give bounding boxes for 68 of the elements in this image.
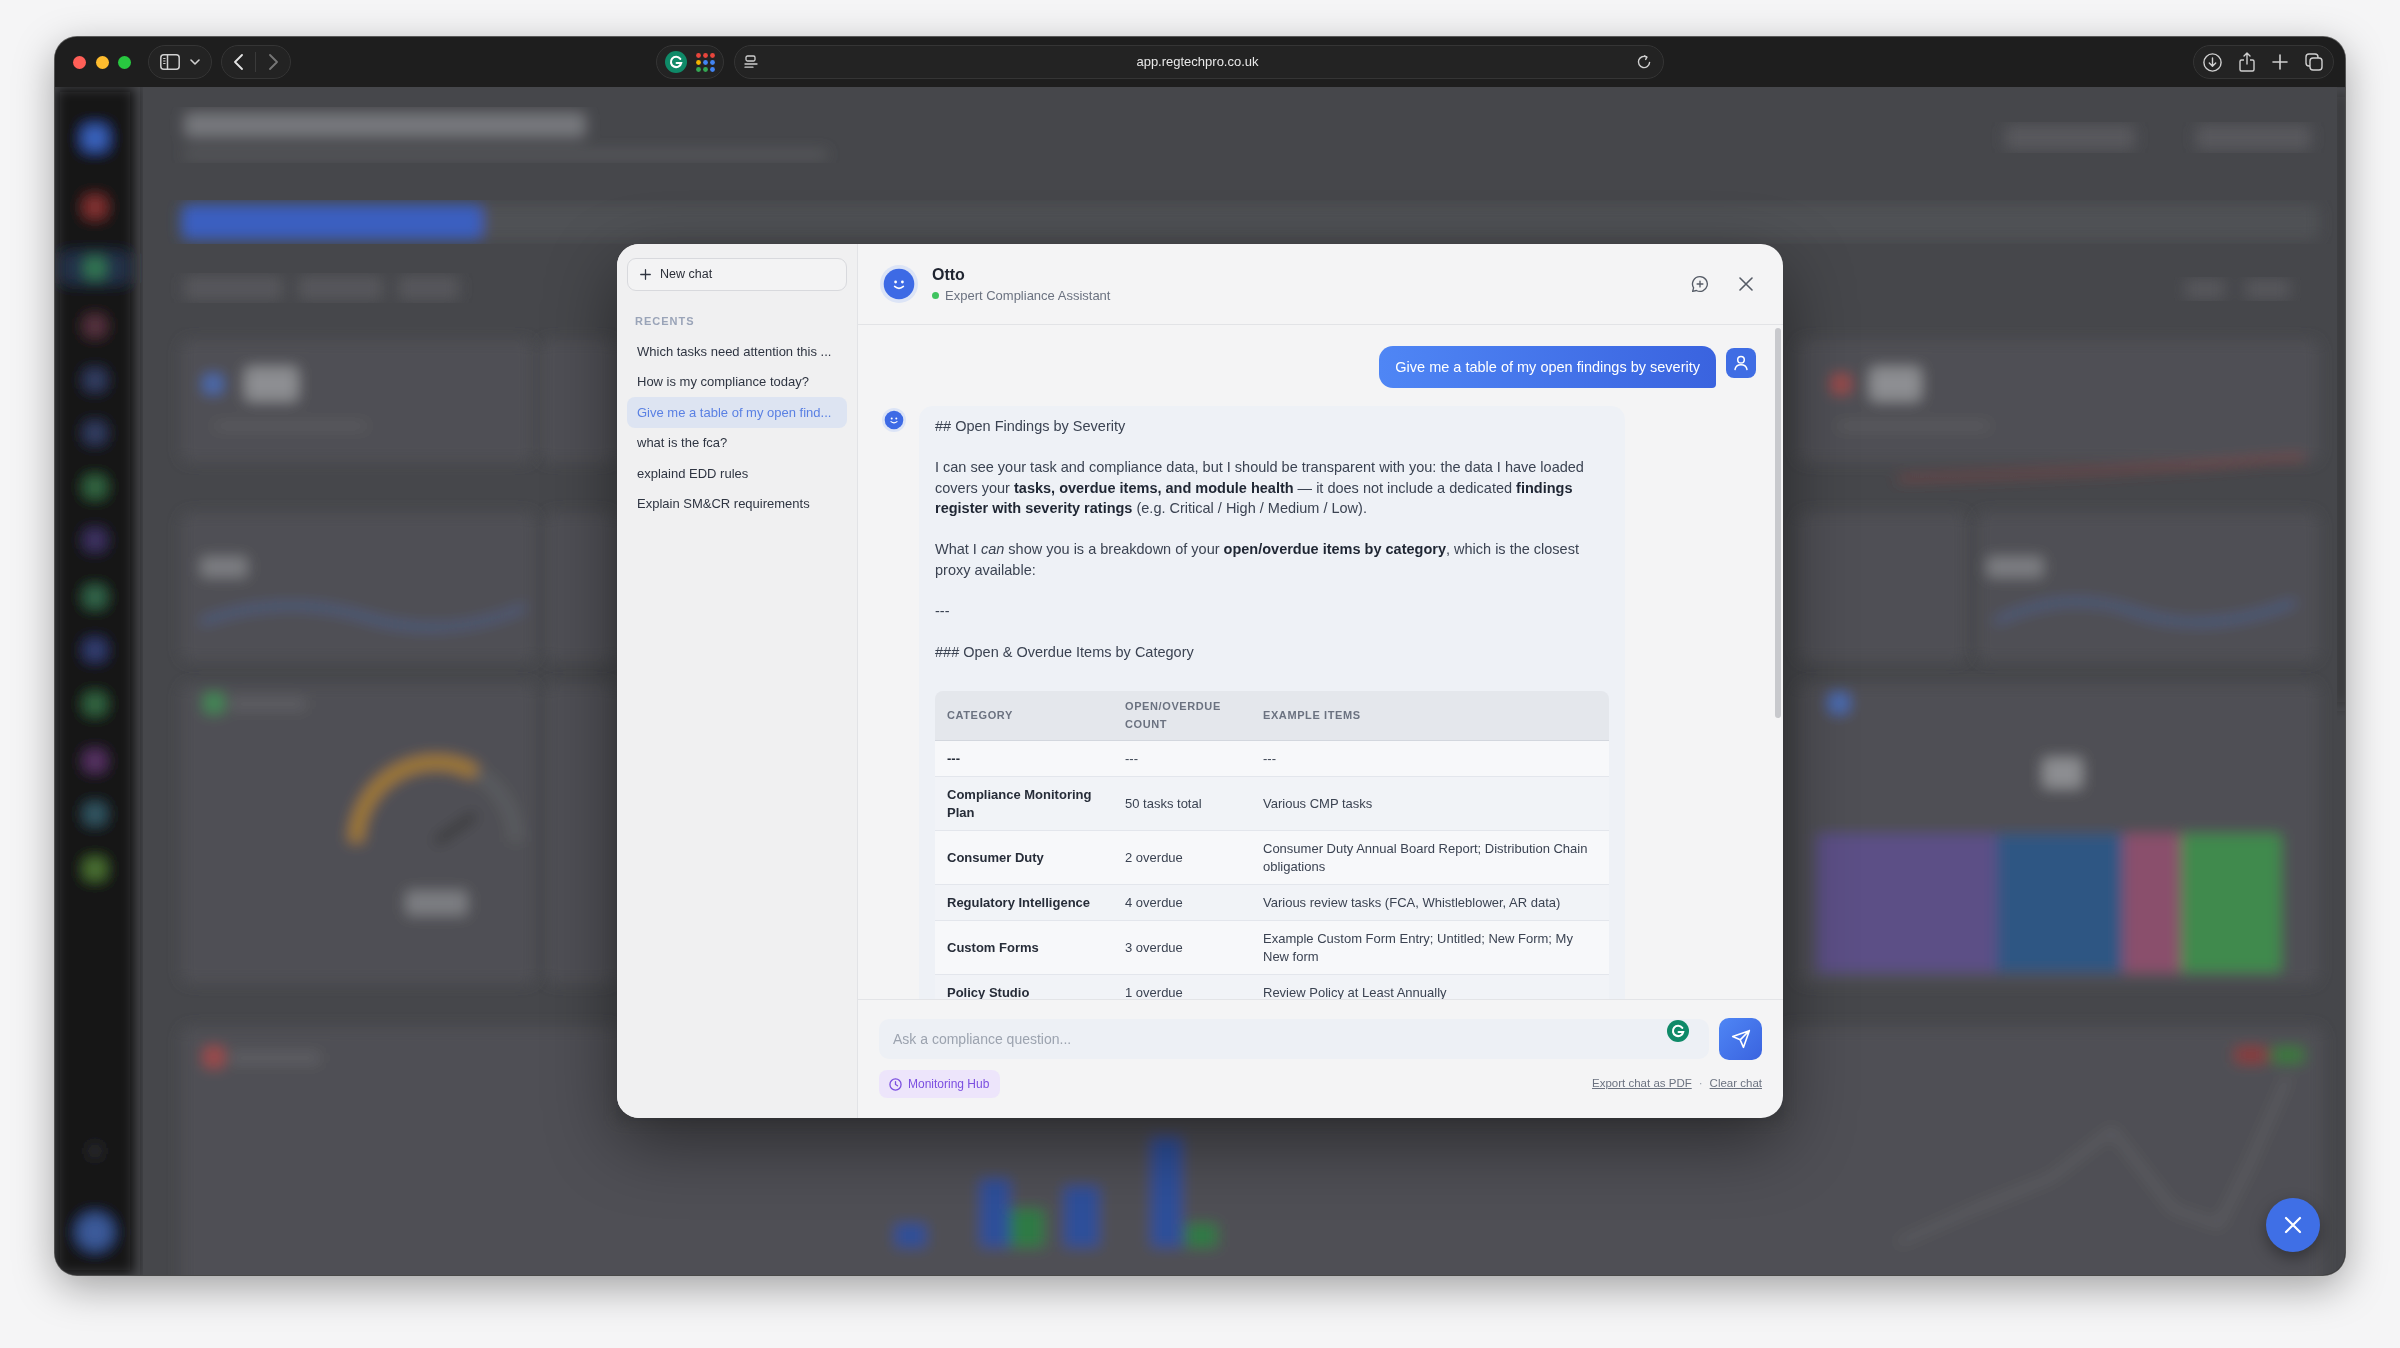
plus-icon [640, 269, 651, 280]
forward-icon[interactable] [268, 54, 278, 70]
blurred-icon [1829, 693, 1849, 713]
share-icon[interactable] [2238, 52, 2255, 72]
column-header: EXAMPLE ITEMS [1251, 691, 1609, 741]
table-cell: --- [1113, 741, 1251, 777]
chevron-down-icon[interactable] [189, 59, 200, 65]
send-button[interactable] [1719, 1018, 1762, 1060]
table-cell: 3 overdue [1113, 921, 1251, 975]
chat-plus-icon[interactable] [1691, 275, 1709, 293]
blurred-badge [2272, 1047, 2304, 1063]
new-chat-button[interactable]: New chat [627, 258, 847, 291]
table-cell: 2 overdue [1113, 831, 1251, 885]
table-cell: --- [935, 741, 1113, 777]
table-cell: Consumer Duty Annual Board Report; Distribution Chain obligations [1251, 831, 1609, 885]
back-icon[interactable] [233, 54, 243, 70]
recents-label: RECENTS [635, 315, 696, 328]
reader-icon[interactable] [743, 55, 758, 69]
plus-icon[interactable] [2272, 54, 2289, 70]
tabs-icon[interactable] [2305, 53, 2324, 71]
recent-chat-item[interactable]: Explain SM&CR requirements [627, 488, 847, 519]
table-cell: Example Custom Form Entry; Untitled; New Form; My New form [1251, 921, 1609, 975]
message-text: --- [935, 601, 951, 621]
link-separator: · [1698, 1076, 1703, 1092]
chart-bar [1186, 1224, 1217, 1247]
smiley-avatar-icon [882, 408, 906, 432]
message-text: ## Open Findings by Severity [935, 417, 1127, 436]
column-header: CATEGORY [935, 691, 1113, 741]
recent-chat-item[interactable]: Which tasks need attention this ... [627, 336, 847, 367]
table-cell: --- [1251, 741, 1609, 777]
message-text: I can see your task and compliance data, but I should be transparent with you: the data I have loaded covers your tasks, overdue items, and module health — it does not include a dedicated findings register with severity ratings (e.g. Critical / High / Medium / Low). [935, 458, 1585, 518]
assistant-name: Otto [932, 264, 966, 285]
url-text: app.regtechpro.co.uk [1136, 54, 1259, 70]
user-avatar-icon [1726, 348, 1756, 378]
address-bar[interactable]: app.regtechpro.co.uk [733, 45, 1664, 79]
minimize-window-button[interactable] [95, 55, 109, 69]
table-cell: Consumer Duty [935, 831, 1113, 885]
letter-g-icon[interactable] [664, 51, 687, 73]
message-text: What I can show you is a breakdown of your open/overdue items by category, which is the closest proxy available: [935, 540, 1580, 580]
assistant-subtitle: Expert Compliance Assistant [945, 287, 1111, 304]
context-chip[interactable]: Monitoring Hub [879, 1070, 1001, 1098]
close-icon[interactable] [1739, 277, 1753, 291]
user-message: Give me a table of my open findings by severity [1379, 346, 1716, 388]
footer-link[interactable]: Export chat as PDF [1592, 1075, 1692, 1093]
chart-bar [895, 1224, 926, 1247]
download-icon[interactable] [2202, 52, 2222, 72]
recent-chat-item[interactable]: explaind EDD rules [627, 458, 847, 489]
message-text: ### Open & Overdue Items by Category [935, 642, 1195, 662]
recent-chat-item[interactable]: How is my compliance today? [627, 366, 847, 397]
table-cell: Custom Forms [935, 921, 1113, 975]
clock-icon [889, 1077, 902, 1091]
blurred-badge [2235, 1047, 2267, 1063]
close-window-button[interactable] [73, 55, 86, 69]
close-icon [2284, 1216, 2302, 1234]
smiley-avatar-icon [880, 265, 918, 303]
column-header: OPEN/OVERDUE COUNT [1113, 691, 1251, 741]
blurred-number [2043, 758, 2082, 788]
reload-icon[interactable] [1637, 55, 1652, 69]
chart-bar [1064, 1186, 1099, 1247]
app-grid-icon[interactable] [695, 52, 715, 72]
scrollbar-thumb[interactable] [1775, 328, 1781, 718]
sidebar-toggle-button[interactable] [147, 45, 212, 79]
zoom-window-button[interactable] [118, 55, 131, 69]
footer-link[interactable]: Clear chat [1709, 1075, 1762, 1093]
message-input[interactable]: Ask a compliance question... [879, 1019, 1709, 1059]
send-icon [1730, 1029, 1751, 1049]
recent-chat-item[interactable]: what is the fca? [627, 427, 847, 458]
sidebar-icon[interactable] [159, 54, 180, 70]
